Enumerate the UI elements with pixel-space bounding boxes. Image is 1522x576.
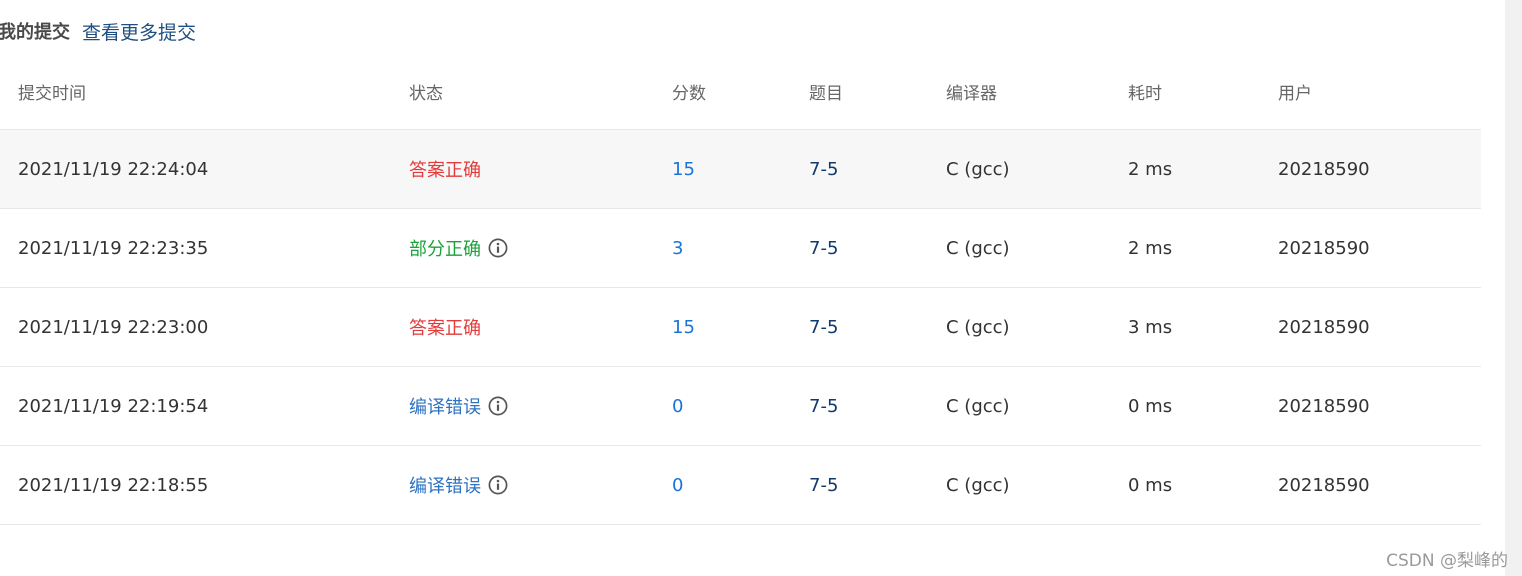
cell-time: 2021/11/19 22:19:54 bbox=[0, 366, 409, 446]
cell-duration: 0 ms bbox=[1128, 445, 1278, 525]
score-link[interactable]: 15 bbox=[672, 317, 695, 338]
cell-duration: 3 ms bbox=[1128, 287, 1278, 367]
cell-score: 3 bbox=[672, 208, 809, 288]
cell-score: 15 bbox=[672, 287, 809, 367]
cell-status: 编译错误 bbox=[409, 366, 672, 446]
header-score: 分数 bbox=[672, 53, 809, 130]
status-link[interactable]: 编译错误 bbox=[409, 393, 481, 419]
header-user: 用户 bbox=[1278, 53, 1481, 130]
cell-compiler: C (gcc) bbox=[946, 445, 1128, 525]
table-header-row: 提交时间 状态 分数 题目 编译器 耗时 用户 bbox=[0, 53, 1481, 130]
cell-time: 2021/11/19 22:23:00 bbox=[0, 287, 409, 367]
score-link[interactable]: 0 bbox=[672, 475, 683, 496]
cell-problem: 7-5 bbox=[809, 287, 946, 367]
cell-status: 部分正确 bbox=[409, 208, 672, 288]
problem-link[interactable]: 7-5 bbox=[809, 396, 838, 417]
watermark: CSDN @梨峰的 bbox=[1386, 551, 1508, 571]
problem-link[interactable]: 7-5 bbox=[809, 317, 838, 338]
cell-compiler: C (gcc) bbox=[946, 208, 1128, 288]
info-icon[interactable] bbox=[488, 238, 508, 258]
table-body: 2021/11/19 22:24:04 答案正确 15 7-5 C (gcc) … bbox=[0, 129, 1481, 525]
cell-user: 20218590 bbox=[1278, 208, 1481, 288]
problem-link[interactable]: 7-5 bbox=[809, 475, 838, 496]
cell-score: 15 bbox=[672, 129, 809, 209]
cell-duration: 2 ms bbox=[1128, 208, 1278, 288]
info-icon[interactable] bbox=[488, 396, 508, 416]
cell-user: 20218590 bbox=[1278, 129, 1481, 209]
status-group: 编译错误 bbox=[409, 472, 508, 498]
cell-status: 答案正确 bbox=[409, 129, 672, 209]
cell-score: 0 bbox=[672, 445, 809, 525]
table-row: 2021/11/19 22:19:54 编译错误 0 7-5 C (gcc) 0… bbox=[0, 366, 1481, 446]
cell-user: 20218590 bbox=[1278, 287, 1481, 367]
status-group: 答案正确 bbox=[409, 314, 481, 340]
page-title: 我的提交 bbox=[0, 22, 70, 43]
header-time: 提交时间 bbox=[0, 53, 409, 130]
header-status: 状态 bbox=[409, 53, 672, 130]
cell-problem: 7-5 bbox=[809, 129, 946, 209]
header-problem: 题目 bbox=[809, 53, 946, 130]
status-link[interactable]: 答案正确 bbox=[409, 156, 481, 182]
cell-score: 0 bbox=[672, 366, 809, 446]
status-link[interactable]: 答案正确 bbox=[409, 314, 481, 340]
cell-time: 2021/11/19 22:23:35 bbox=[0, 208, 409, 288]
cell-compiler: C (gcc) bbox=[946, 287, 1128, 367]
score-link[interactable]: 0 bbox=[672, 396, 683, 417]
cell-time: 2021/11/19 22:18:55 bbox=[0, 445, 409, 525]
score-link[interactable]: 3 bbox=[672, 238, 683, 259]
cell-problem: 7-5 bbox=[809, 445, 946, 525]
status-group: 答案正确 bbox=[409, 156, 481, 182]
status-group: 部分正确 bbox=[409, 235, 508, 261]
cell-compiler: C (gcc) bbox=[946, 366, 1128, 446]
title-bar: 我的提交 查看更多提交 bbox=[0, 17, 196, 45]
cell-compiler: C (gcc) bbox=[946, 129, 1128, 209]
header-duration: 耗时 bbox=[1128, 53, 1278, 130]
cell-duration: 2 ms bbox=[1128, 129, 1278, 209]
cell-time: 2021/11/19 22:24:04 bbox=[0, 129, 409, 209]
cell-status: 答案正确 bbox=[409, 287, 672, 367]
score-link[interactable]: 15 bbox=[672, 159, 695, 180]
table-row: 2021/11/19 22:18:55 编译错误 0 7-5 C (gcc) 0… bbox=[0, 445, 1481, 525]
table-row: 2021/11/19 22:23:35 部分正确 3 7-5 C (gcc) 2… bbox=[0, 208, 1481, 288]
cell-problem: 7-5 bbox=[809, 366, 946, 446]
info-icon[interactable] bbox=[488, 475, 508, 495]
cell-status: 编译错误 bbox=[409, 445, 672, 525]
submissions-page: 我的提交 查看更多提交 提交时间 状态 分数 题目 编译器 耗时 用户 2021… bbox=[0, 0, 1522, 576]
scrollbar[interactable] bbox=[1505, 0, 1522, 576]
table-row: 2021/11/19 22:24:04 答案正确 15 7-5 C (gcc) … bbox=[0, 129, 1481, 209]
header-compiler: 编译器 bbox=[946, 53, 1128, 130]
cell-user: 20218590 bbox=[1278, 366, 1481, 446]
cell-user: 20218590 bbox=[1278, 445, 1481, 525]
cell-duration: 0 ms bbox=[1128, 366, 1278, 446]
status-link[interactable]: 部分正确 bbox=[409, 235, 481, 261]
submissions-table: 提交时间 状态 分数 题目 编译器 耗时 用户 2021/11/19 22:24… bbox=[0, 53, 1481, 525]
status-link[interactable]: 编译错误 bbox=[409, 472, 481, 498]
more-submissions-link[interactable]: 查看更多提交 bbox=[82, 18, 196, 45]
table-row: 2021/11/19 22:23:00 答案正确 15 7-5 C (gcc) … bbox=[0, 287, 1481, 367]
status-group: 编译错误 bbox=[409, 393, 508, 419]
problem-link[interactable]: 7-5 bbox=[809, 238, 838, 259]
problem-link[interactable]: 7-5 bbox=[809, 159, 838, 180]
cell-problem: 7-5 bbox=[809, 208, 946, 288]
